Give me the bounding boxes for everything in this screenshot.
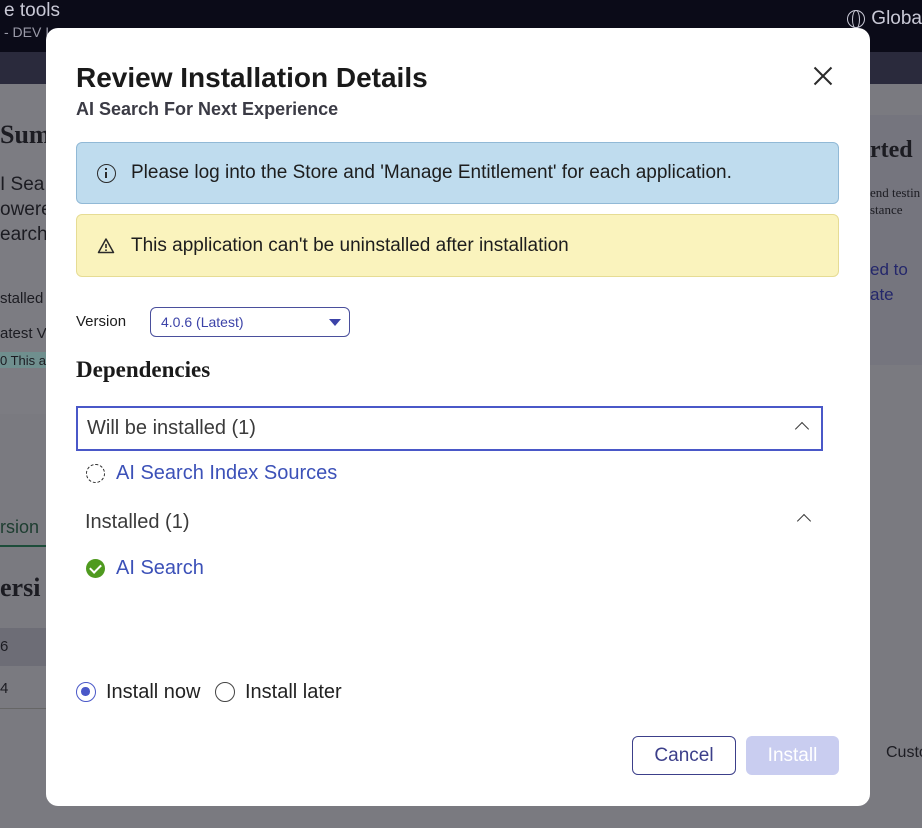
dependency-item-label: AI Search xyxy=(116,556,204,579)
background-heading: Sum xyxy=(0,120,51,149)
background-side-heading: rted xyxy=(870,137,913,163)
background-latest: atest V xyxy=(0,325,47,342)
install-later-label: Install later xyxy=(245,680,342,703)
version-select[interactable]: 4.0.6 (Latest) xyxy=(150,307,350,337)
dependency-item-installed[interactable]: AI Search xyxy=(86,555,204,581)
dialog-subtitle: AI Search For Next Experience xyxy=(76,99,339,119)
background-row-1: 6 xyxy=(0,638,9,655)
background-right-text: Custo xyxy=(886,744,922,761)
pending-status-icon xyxy=(86,463,105,483)
background-app-subtitle: - DEV I xyxy=(4,24,50,40)
will-be-installed-label: Will be installed (1) xyxy=(87,417,256,439)
background-app-title: e tools xyxy=(4,0,60,21)
background-side-link-2: ate xyxy=(870,285,894,304)
background-language-label: Globa xyxy=(871,8,922,29)
background-language-selector: Globa xyxy=(847,8,922,30)
background-row-2: 4 xyxy=(0,680,9,697)
background-desc-1: I Sea xyxy=(0,174,45,195)
dependencies-heading: Dependencies xyxy=(76,357,211,382)
radio-checked-icon xyxy=(76,682,96,702)
caret-down-icon xyxy=(329,319,341,326)
warning-alert-message: This application can't be uninstalled af… xyxy=(131,234,569,256)
background-side-line-1: end testin xyxy=(870,185,921,200)
install-now-label: Install now xyxy=(106,680,201,703)
background-badge-text: 0 This a xyxy=(0,353,47,368)
dependency-item-pending[interactable]: AI Search Index Sources xyxy=(86,460,337,486)
background-tab: rsion xyxy=(0,517,40,537)
dialog-title: Review Installation Details xyxy=(76,62,428,93)
info-icon xyxy=(97,163,116,183)
background-side-link-1: ed to xyxy=(870,260,908,279)
install-dialog: Review Installation Details AI Search Fo… xyxy=(46,28,870,806)
installed-accordion[interactable]: Installed (1) xyxy=(76,500,823,545)
installed-label: Installed (1) xyxy=(85,511,190,533)
chevron-up-icon xyxy=(794,421,810,437)
install-later-radio[interactable]: Install later xyxy=(215,680,342,704)
dependency-item-label: AI Search Index Sources xyxy=(116,461,338,484)
background-desc-2: owere xyxy=(0,199,52,220)
cancel-button[interactable]: Cancel xyxy=(632,736,736,775)
background-divider xyxy=(0,708,48,709)
info-alert: Please log into the Store and 'Manage En… xyxy=(76,142,839,204)
background-desc-3: earch xyxy=(0,224,48,245)
warning-icon xyxy=(97,237,115,253)
install-now-radio[interactable]: Install now xyxy=(76,680,201,704)
background-side-line-2: stance xyxy=(870,202,903,217)
background-installed: stalled xyxy=(0,290,44,307)
radio-unchecked-icon xyxy=(215,682,235,702)
warning-alert: This application can't be uninstalled af… xyxy=(76,214,839,277)
check-circle-icon xyxy=(86,558,105,578)
info-alert-message: Please log into the Store and 'Manage En… xyxy=(131,162,732,183)
version-label: Version xyxy=(76,313,127,330)
background-tab-underline xyxy=(0,545,48,547)
globe-icon xyxy=(847,10,866,29)
install-button[interactable]: Install xyxy=(746,736,839,775)
chevron-up-icon xyxy=(796,513,812,529)
background-section-heading: ersi xyxy=(0,573,41,602)
version-select-value: 4.0.6 (Latest) xyxy=(161,314,244,330)
close-icon[interactable] xyxy=(808,61,838,91)
will-be-installed-accordion[interactable]: Will be installed (1) xyxy=(76,406,823,451)
